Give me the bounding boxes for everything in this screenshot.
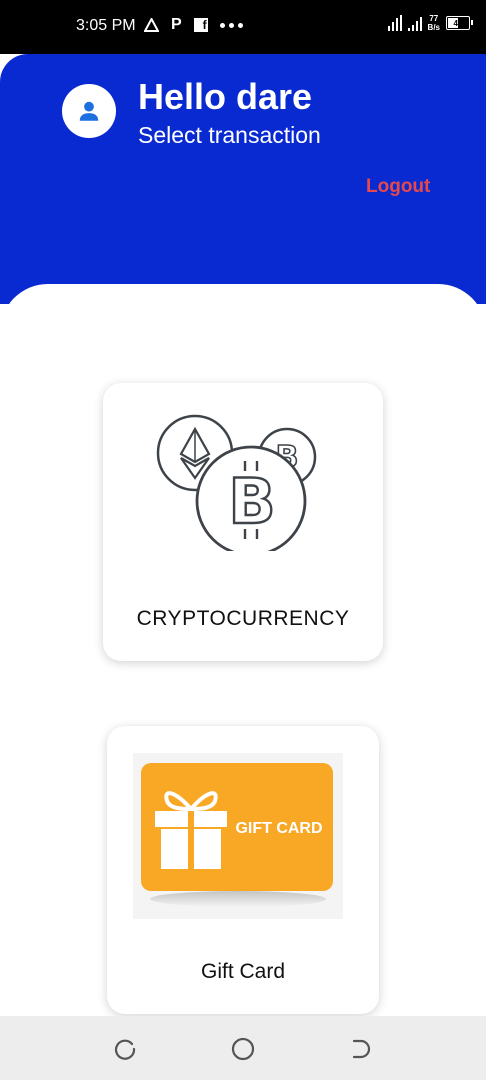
- battery-level: 43: [453, 18, 463, 28]
- crypto-card-label: CRYPTOCURRENCY: [136, 607, 350, 630]
- status-right: 77 B/s 43: [387, 14, 473, 32]
- facebook-icon: f: [193, 18, 208, 32]
- header: Hello dare Select transaction Logout: [0, 54, 486, 304]
- crypto-coins-icon: B B: [156, 414, 317, 551]
- recent-apps-button[interactable]: [112, 1036, 138, 1062]
- greeting-title: Hello dare: [138, 76, 313, 117]
- warning-triangle-icon: [144, 18, 159, 32]
- net-speed-unit: B/s: [427, 23, 440, 32]
- battery-icon: 43: [446, 16, 473, 30]
- crypto-card[interactable]: B B CRYPTOCURRENCY: [103, 383, 383, 661]
- system-navbar: [0, 1016, 486, 1080]
- logout-button[interactable]: Logout: [366, 176, 430, 198]
- back-button[interactable]: [348, 1036, 374, 1062]
- notification-icons: P f: [144, 16, 243, 34]
- gift-card-card[interactable]: GIFT CARD Gift Card: [107, 726, 379, 1014]
- signal-icon-2: [407, 15, 422, 31]
- home-button[interactable]: [230, 1036, 256, 1062]
- status-bar: 3:05 PM P f 77 B/s 43: [0, 0, 486, 54]
- status-time: 3:05 PM: [76, 17, 136, 34]
- content-sheet: B B CRYPTOCURRENCY GIFT CARD Gift Card: [0, 284, 486, 1016]
- user-icon: [79, 101, 99, 121]
- gift-card-label: Gift Card: [200, 960, 286, 983]
- net-speed-value: 77: [429, 14, 439, 23]
- p-icon: P: [171, 16, 182, 33]
- network-speed: 77 B/s: [428, 14, 440, 32]
- gift-card-image-graphic: GIFT CARD: [141, 763, 333, 907]
- gift-card-image: GIFT CARD: [133, 753, 343, 919]
- signal-icon: [387, 15, 402, 31]
- subtitle: Select transaction: [138, 122, 321, 148]
- svg-text:B: B: [228, 465, 275, 538]
- avatar[interactable]: [62, 84, 116, 138]
- gift-card-image-text: GIFT CARD: [235, 820, 322, 837]
- more-dots-icon: [219, 22, 243, 28]
